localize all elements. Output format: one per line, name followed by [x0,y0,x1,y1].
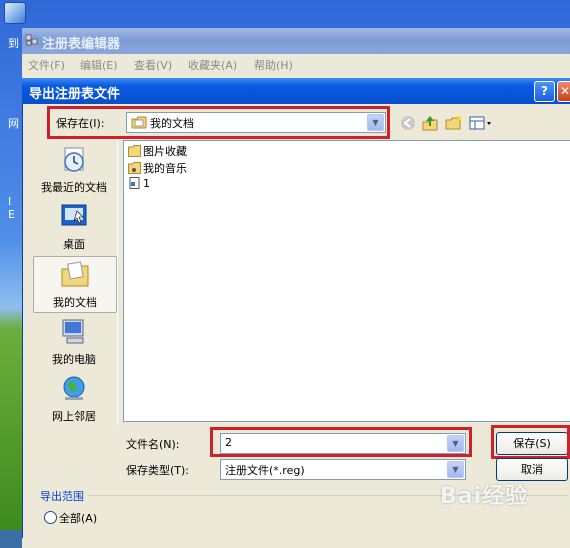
list-item[interactable]: 我的音乐 [128,160,187,176]
filename-label: 文件名(N): [126,438,180,451]
menu-favorites[interactable]: 收藏夹(A) [188,57,237,73]
desktop-icon-label: 到 [8,37,19,50]
filename-input[interactable]: 2 ▼ [220,433,466,454]
view-menu-icon[interactable] [468,113,494,133]
file-list[interactable]: 图片收藏 我的音乐 1 [123,140,570,422]
all-radio[interactable] [44,511,57,524]
list-item[interactable]: 图片收藏 [128,143,187,159]
export-range-title: 导出范围 [40,490,84,503]
place-my-computer[interactable]: 我的电脑 [33,314,115,369]
watermark: Bai经验 [440,484,529,509]
place-my-documents[interactable]: 我的文档 [33,256,117,313]
registry-title: 注册表编辑器 [42,37,121,52]
folder-icon [128,145,141,157]
place-label: 我的文档 [53,296,97,309]
desktop-computer-icon[interactable] [4,2,26,24]
place-label: 我的电脑 [52,353,96,366]
all-radio-label: 全部(A) [59,512,98,525]
place-network[interactable]: 网上邻居 [33,371,115,426]
desktop-icon-label: I [8,195,12,208]
network-places-icon [63,376,85,400]
save-in-label: 保存在(I): [56,117,105,130]
place-label: 网上邻居 [52,410,96,423]
registry-editor-icon [25,34,38,46]
file-name: 我的音乐 [143,162,187,175]
place-recent-documents[interactable]: 我最近的文档 [33,142,115,197]
filetype-label: 保存类型(T): [126,464,190,477]
desktop-icon-label: E [8,208,15,221]
dialog-title: 导出注册表文件 [29,87,121,102]
recent-documents-icon [64,147,84,172]
menu-edit[interactable]: 编辑(E) [80,57,118,73]
reg-file-icon [129,177,140,189]
save-in-value: 我的文档 [150,117,194,130]
registry-title-bar[interactable]: 注册表编辑器 [22,28,570,54]
file-name: 图片收藏 [143,145,187,158]
place-label: 桌面 [63,238,85,251]
close-button[interactable]: ✕ [557,81,570,102]
new-folder-icon[interactable] [444,113,464,133]
back-icon[interactable] [398,113,418,133]
my-documents-small-icon [131,116,147,129]
place-desktop[interactable]: 桌面 [33,199,115,254]
places-bar: 我最近的文档 桌面 我的文档 我的电脑 网上邻居 [33,140,118,425]
filetype-dropdown[interactable]: 注册文件(*.reg) ▼ [220,459,466,480]
dialog-title-bar[interactable]: 导出注册表文件 ? ✕ [22,78,570,104]
help-button[interactable]: ? [534,81,555,102]
my-documents-icon [61,261,89,287]
desktop-icon [61,204,87,226]
desktop-icon-label: 网 [8,117,19,130]
file-name: 1 [143,177,150,190]
list-item[interactable]: 1 [128,177,150,193]
chevron-down-icon[interactable]: ▼ [447,461,464,478]
folder-icon [128,162,141,174]
menu-help[interactable]: 帮助(H) [254,57,293,73]
menu-file[interactable]: 文件(F) [28,57,65,73]
place-label: 我最近的文档 [41,181,107,194]
up-folder-icon[interactable] [420,113,440,133]
chevron-down-icon[interactable]: ▼ [367,114,384,131]
filetype-value: 注册文件(*.reg) [225,464,305,477]
registry-menu-bar: 文件(F) 编辑(E) 查看(V) 收藏夹(A) 帮助(H) [22,54,570,74]
my-computer-icon [62,319,84,344]
menu-view[interactable]: 查看(V) [134,57,172,73]
chevron-down-icon[interactable]: ▼ [447,435,464,452]
filename-value: 2 [225,436,232,449]
save-in-dropdown[interactable]: 我的文档 ▼ [126,112,386,133]
save-button[interactable]: 保存(S) [496,432,568,455]
